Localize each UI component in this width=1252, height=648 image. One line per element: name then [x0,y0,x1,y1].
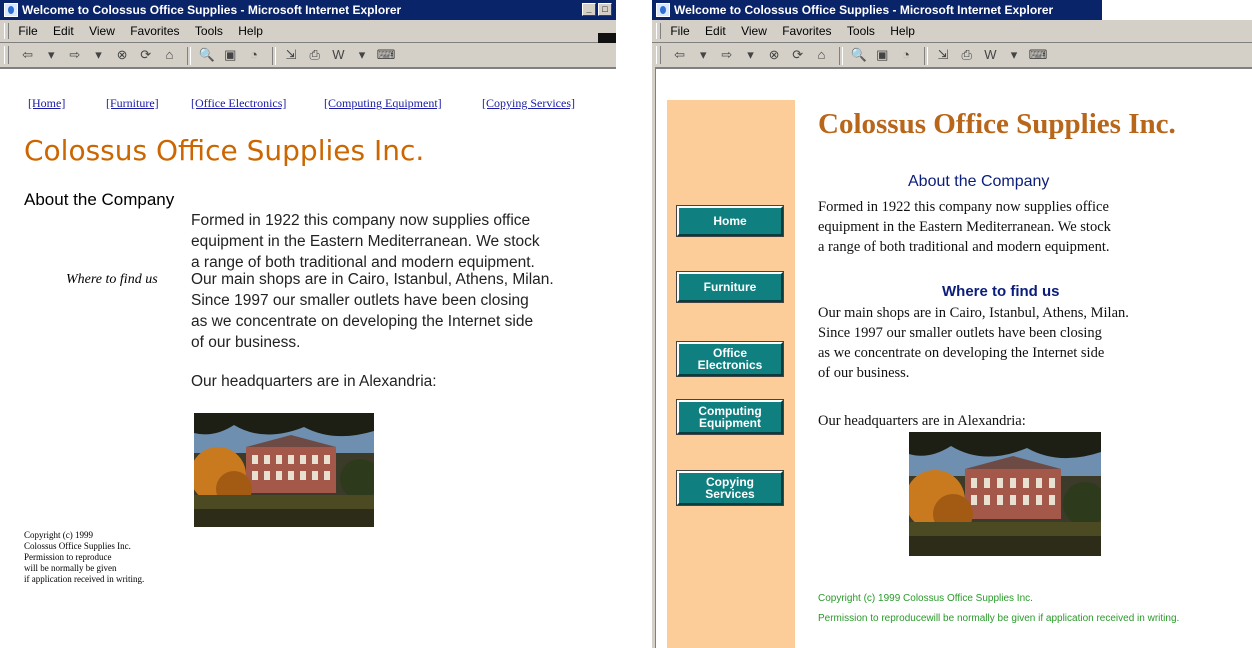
about-heading: About the Company [908,173,1050,190]
edit-icon[interactable]: W [329,43,347,67]
print-icon[interactable]: ⎙ [958,43,976,67]
mail-icon[interactable]: ⇲ [282,43,300,67]
menu-file[interactable]: File [670,20,689,42]
nav-button-office-electronics[interactable]: Office Electronics [676,341,784,377]
menu-favorites[interactable]: Favorites [130,20,179,42]
back-dropdown-icon[interactable]: ▾ [694,43,712,67]
window-title: Welcome to Colossus Office Supplies - Mi… [674,3,1054,17]
home-icon[interactable]: ⌂ [160,43,178,67]
search-icon[interactable]: 🔍 [850,43,868,67]
favorites-icon[interactable]: ▣ [873,43,891,67]
edit-dropdown-icon[interactable]: ▾ [353,43,371,67]
menu-file[interactable]: File [18,20,37,42]
stop-icon[interactable]: ⊗ [765,43,783,67]
refresh-icon[interactable]: ⟳ [137,43,155,67]
nav-link-furniture[interactable]: [Furniture] [106,96,159,111]
back-icon[interactable]: ⇦ [671,43,689,67]
nav-link-home[interactable]: [Home] [28,96,65,111]
back-icon[interactable]: ⇦ [19,43,37,67]
forward-icon[interactable]: ⇨ [66,43,84,67]
history-icon[interactable]: ◔ [897,43,915,67]
discuss-icon[interactable]: ⌨ [1029,43,1048,67]
window-frame-edge [652,67,656,648]
menu-view[interactable]: View [89,20,115,42]
menu-help[interactable]: Help [238,20,263,42]
menu-view[interactable]: View [741,20,767,42]
browser-window-right: Welcome to Colossus Office Supplies - Mi… [652,0,1252,648]
title-bar: Welcome to Colossus Office Supplies - Mi… [0,0,616,20]
where-label: Where to find us [66,272,158,287]
headquarters-photo [909,432,1101,556]
toolbar: ⇦ ▾ ⇨ ▾ ⊗ ⟳ ⌂ 🔍 ▣ ◔ ⇲ ⎙ W ▾ ⌨ [652,43,1252,69]
menu-tools[interactable]: Tools [847,20,875,42]
page-title: Colossus Office Supplies Inc. [818,108,1176,140]
search-icon[interactable]: 🔍 [198,43,216,67]
ie-icon [656,3,670,17]
nav-button-furniture[interactable]: Furniture [676,271,784,303]
menu-edit[interactable]: Edit [705,20,726,42]
forward-dropdown-icon[interactable]: ▾ [90,43,108,67]
where-paragraph: Our main shops are in Cairo, Istanbul, A… [818,305,1129,381]
headquarters-photo [194,413,374,527]
edit-dropdown-icon[interactable]: ▾ [1005,43,1023,67]
browser-window-left: Welcome to Colossus Office Supplies - Mi… [0,0,616,610]
page-title: Colossus Office Supplies Inc. [24,134,425,167]
stop-icon[interactable]: ⊗ [113,43,131,67]
edit-icon[interactable]: W [981,43,999,67]
home-icon[interactable]: ⌂ [812,43,830,67]
nav-button-copying-services[interactable]: Copying Services [676,470,784,506]
copyright-notice: Copyright (c) 1999 Colossus Office Suppl… [24,530,145,584]
about-paragraph: Formed in 1922 this company now supplies… [818,199,1111,255]
discuss-icon[interactable]: ⌨ [377,43,396,67]
toolbar: ⇦ ▾ ⇨ ▾ ⊗ ⟳ ⌂ 🔍 ▣ ◔ ⇲ ⎙ W ▾ ⌨ [0,43,616,69]
menu-bar: File Edit View Favorites Tools Help [0,20,616,43]
menu-tools[interactable]: Tools [195,20,223,42]
window-title: Welcome to Colossus Office Supplies - Mi… [22,3,402,17]
nav-link-computing-equipment[interactable]: [Computing Equipment] [324,96,442,111]
copyright-notice: Copyright (c) 1999 Colossus Office Suppl… [818,593,1180,624]
menu-help[interactable]: Help [890,20,915,42]
mail-icon[interactable]: ⇲ [934,43,952,67]
history-icon[interactable]: ◔ [245,43,263,67]
menu-bar: File Edit View Favorites Tools Help [652,20,1252,43]
nav-link-office-electronics[interactable]: [Office Electronics] [191,96,286,111]
restore-button[interactable]: □ [598,3,612,16]
where-heading: Where to find us [942,283,1060,300]
title-bar: Welcome to Colossus Office Supplies - Mi… [652,0,1102,20]
refresh-icon[interactable]: ⟳ [789,43,807,67]
nav-link-copying-services[interactable]: [Copying Services] [482,96,575,111]
hq-text: Our headquarters are in Alexandria: [191,373,437,390]
where-paragraph: Our main shops are in Cairo, Istanbul, A… [191,271,554,351]
menu-favorites[interactable]: Favorites [782,20,831,42]
menu-edit[interactable]: Edit [53,20,74,42]
hq-text: Our headquarters are in Alexandria: [818,413,1026,429]
back-dropdown-icon[interactable]: ▾ [42,43,60,67]
about-paragraph: Formed in 1922 this company now supplies… [191,212,540,271]
forward-dropdown-icon[interactable]: ▾ [742,43,760,67]
print-icon[interactable]: ⎙ [306,43,324,67]
forward-icon[interactable]: ⇨ [718,43,736,67]
favorites-icon[interactable]: ▣ [221,43,239,67]
nav-button-computing-equipment[interactable]: Computing Equipment [676,399,784,435]
minimize-button[interactable]: _ [582,3,596,16]
ie-icon [4,3,18,17]
nav-button-home[interactable]: Home [676,205,784,237]
about-heading: About the Company [24,190,175,209]
